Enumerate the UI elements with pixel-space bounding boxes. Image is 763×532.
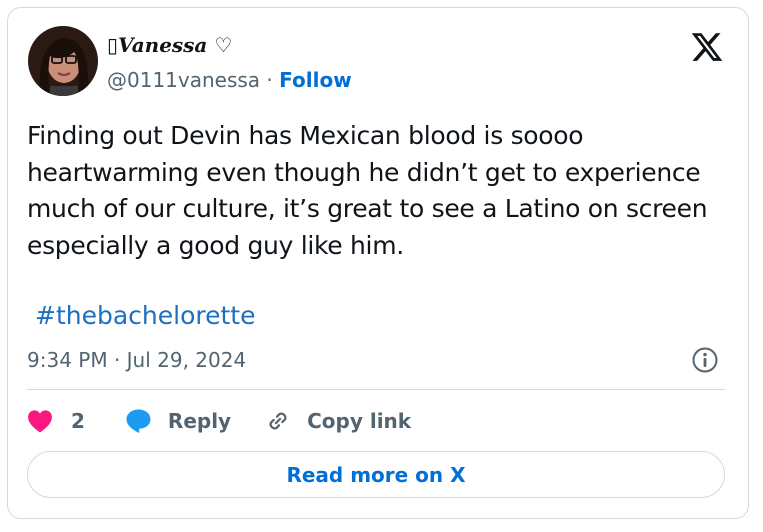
info-icon[interactable] [691,346,719,374]
author-handle-line: @0111vanessa · Follow [107,67,352,93]
tweet-timestamp[interactable]: 9:34 PM · Jul 29, 2024 [27,346,246,374]
copy-link-label: Copy link [307,409,412,433]
x-logo-icon[interactable] [690,30,724,64]
embedded-tweet-card: ▯Vanessa ♡ @0111vanessa · Follow Finding… [7,7,749,519]
reply-label: Reply [167,409,232,433]
author-display-name[interactable]: ▯Vanessa ♡ [107,32,232,58]
avatar[interactable] [28,26,98,96]
author-handle[interactable]: @0111vanessa [107,68,260,92]
reply-bubble-icon [126,409,151,433]
separator-dot: · [260,68,280,92]
read-more-button[interactable]: Read more on X [27,451,725,498]
like-button[interactable]: 2 [27,409,85,433]
divider [27,389,725,390]
tweet-text: Finding out Devin has Mexican blood is s… [27,121,708,260]
hashtag-link[interactable]: #thebachelorette [35,298,255,334]
link-icon [269,412,287,430]
follow-button[interactable]: Follow [279,68,352,92]
heart-icon [28,410,52,433]
reply-button[interactable]: Reply [125,408,231,434]
copy-link-button[interactable]: Copy link [264,407,411,435]
action-bar: 2 Reply Copy link [27,406,411,436]
like-count: 2 [71,409,85,433]
